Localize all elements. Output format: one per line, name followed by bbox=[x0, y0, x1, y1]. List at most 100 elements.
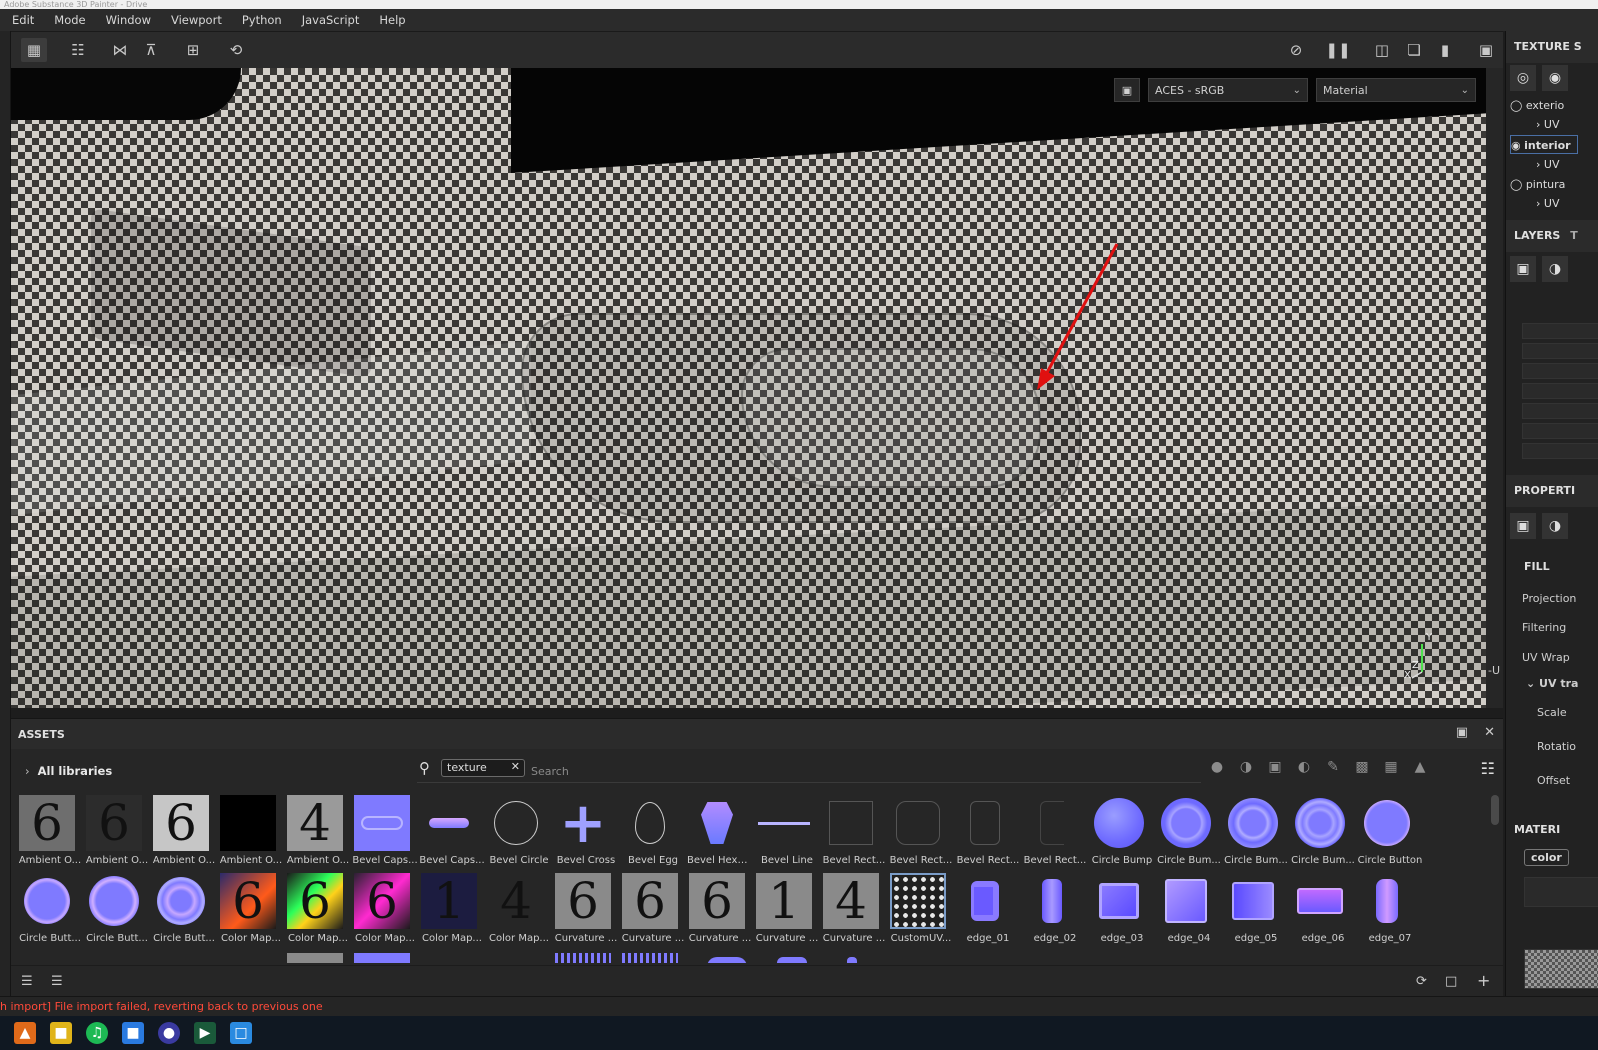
eye-icon[interactable]: ◉ bbox=[1542, 65, 1568, 91]
asset-tile[interactable]: edge_07 bbox=[1357, 873, 1417, 945]
asset-tile-selected[interactable]: CustomUV... bbox=[888, 873, 951, 945]
music-app-icon[interactable]: ♫ bbox=[86, 1022, 108, 1044]
close-icon[interactable]: ✕ bbox=[511, 760, 520, 773]
asset-tile[interactable]: 1 Curvature ... bbox=[754, 873, 818, 945]
filter-icon[interactable]: ◐ bbox=[1294, 759, 1314, 775]
asset-scrollbar[interactable] bbox=[1491, 795, 1499, 825]
new-window-icon[interactable]: □ bbox=[1445, 974, 1457, 989]
grid-view-icon[interactable]: ☷ bbox=[1481, 759, 1495, 778]
close-icon[interactable]: ✕ bbox=[1484, 725, 1495, 740]
list-view-icon[interactable]: ☰ bbox=[21, 974, 33, 989]
asset-tile[interactable]: Circle Butt... bbox=[84, 873, 148, 945]
window-icon[interactable]: □ bbox=[230, 1022, 252, 1044]
asset-tile[interactable]: Circle Butt... bbox=[17, 873, 81, 945]
asset-tile[interactable]: Circle Bump bbox=[1089, 795, 1152, 867]
layer-slot[interactable] bbox=[1522, 343, 1598, 359]
asset-tile[interactable]: Bevel Rect... bbox=[955, 795, 1019, 867]
menu-javascript[interactable]: JavaScript bbox=[292, 9, 370, 31]
grid-tiling-icon[interactable]: ☷ bbox=[65, 38, 91, 62]
uv-item[interactable]: › UV bbox=[1536, 115, 1559, 134]
asset-tile[interactable]: 6 Ambient O... bbox=[84, 795, 148, 867]
refresh-icon[interactable]: ⟳ bbox=[1416, 974, 1427, 989]
add-icon[interactable]: + bbox=[1477, 971, 1490, 990]
asset-tile[interactable]: Circle Button bbox=[1357, 795, 1422, 867]
asset-tile[interactable]: Bevel Caps... bbox=[419, 795, 485, 867]
asset-tile[interactable]: 6 Curvature ... bbox=[620, 873, 684, 945]
asset-thumbnail-partial[interactable] bbox=[555, 953, 611, 963]
asset-tile[interactable]: + Bevel Cross bbox=[553, 795, 615, 867]
maximize-icon[interactable]: ▣ bbox=[1456, 725, 1468, 740]
asset-tile[interactable]: edge_03 bbox=[1089, 873, 1149, 945]
cube-icon[interactable]: ❏ bbox=[1401, 38, 1427, 62]
uv-item[interactable]: › UV bbox=[1536, 155, 1559, 174]
menu-viewport[interactable]: Viewport bbox=[161, 9, 232, 31]
asset-thumbnail-partial[interactable] bbox=[777, 957, 807, 963]
library-selector[interactable]: › All libraries bbox=[25, 764, 112, 778]
asset-tile[interactable]: Bevel Rect... bbox=[821, 795, 885, 867]
mask-filter-icon[interactable]: ▣ bbox=[1265, 759, 1285, 775]
mask-icon[interactable]: ◑ bbox=[1542, 256, 1568, 282]
texture-filter-icon[interactable]: ▩ bbox=[1352, 759, 1372, 775]
eye-icon[interactable]: ◎ bbox=[1510, 65, 1536, 91]
asset-tile[interactable]: 6 Ambient O... bbox=[17, 795, 81, 867]
terminal-icon[interactable]: ▶ bbox=[194, 1022, 216, 1044]
asset-tile[interactable]: 6 Color Map... bbox=[285, 873, 348, 945]
asset-thumbnail-partial[interactable] bbox=[622, 953, 678, 963]
asset-tile[interactable]: Bevel Rect... bbox=[888, 795, 952, 867]
tab-texture[interactable]: T bbox=[1570, 229, 1578, 242]
asset-tile[interactable]: Bevel Egg bbox=[620, 795, 680, 867]
material-filter-icon[interactable]: ● bbox=[1207, 759, 1227, 775]
store-icon[interactable]: ■ bbox=[122, 1022, 144, 1044]
colorspace-dropdown[interactable]: ACES - sRGB ⌄ bbox=[1148, 78, 1308, 102]
asset-tile[interactable]: edge_05 bbox=[1223, 873, 1283, 945]
asset-tile[interactable]: 6 Curvature ... bbox=[553, 873, 617, 945]
channel-dropdown[interactable]: Material ⌄ bbox=[1316, 78, 1476, 102]
symmetry-x-icon[interactable]: ⋈ bbox=[107, 38, 133, 62]
pause-icon[interactable]: ❚❚ bbox=[1325, 38, 1351, 62]
asset-tile[interactable]: Circle Bum... bbox=[1290, 795, 1355, 867]
layer-slot[interactable] bbox=[1522, 423, 1598, 439]
display-settings-icon[interactable]: ▣ bbox=[1114, 78, 1140, 102]
uv-item[interactable]: › UV bbox=[1536, 194, 1559, 213]
asset-tile[interactable]: Bevel Circle bbox=[486, 795, 549, 867]
search-input[interactable] bbox=[531, 763, 1131, 779]
layer-slot[interactable] bbox=[1522, 443, 1598, 459]
hide-icon[interactable]: ⊘ bbox=[1283, 38, 1309, 62]
asset-tile[interactable]: Circle Bum... bbox=[1156, 795, 1221, 867]
asset-tile[interactable]: edge_01 bbox=[955, 873, 1015, 945]
menu-window[interactable]: Window bbox=[96, 9, 161, 31]
menu-edit[interactable]: Edit bbox=[0, 9, 44, 31]
brush-filter-icon[interactable]: ✎ bbox=[1323, 759, 1343, 775]
camera-video-icon[interactable]: ▮ bbox=[1432, 38, 1458, 62]
texture-set-item[interactable]: ◯ pintura bbox=[1510, 175, 1565, 194]
layer-slot[interactable] bbox=[1522, 403, 1598, 419]
add-layer-icon[interactable]: ▣ bbox=[1510, 256, 1536, 282]
material-slot[interactable] bbox=[1524, 877, 1598, 907]
asset-thumbnail-partial[interactable] bbox=[707, 957, 747, 963]
asset-tile[interactable]: Bevel Caps... bbox=[352, 795, 418, 867]
asset-tile[interactable]: 6 Color Map... bbox=[352, 873, 415, 945]
asset-tile[interactable]: Circle Butt... bbox=[151, 873, 215, 945]
asset-tile[interactable]: Bevel Line bbox=[754, 795, 814, 867]
texture-set-item-selected[interactable]: ◉ interior bbox=[1510, 135, 1578, 154]
chat-app-icon[interactable]: ● bbox=[158, 1022, 180, 1044]
uv-transform-section[interactable]: ⌄ UV tra bbox=[1526, 677, 1578, 690]
asset-tile[interactable]: Bevel Hexa... bbox=[687, 795, 753, 867]
asset-tile[interactable]: 4 Curvature ... bbox=[821, 873, 885, 945]
split-view-icon[interactable]: ◫ bbox=[1369, 38, 1395, 62]
asset-tile[interactable]: edge_02 bbox=[1022, 873, 1082, 945]
asset-tile[interactable]: 6 Curvature ... bbox=[687, 873, 751, 945]
color-channel-chip[interactable]: color bbox=[1524, 849, 1569, 866]
screenshot-camera-icon[interactable]: ▣ bbox=[1473, 38, 1499, 62]
layer-slot[interactable] bbox=[1522, 323, 1598, 339]
selection-mode-icon[interactable]: ▦ bbox=[21, 38, 47, 62]
texture-set-item[interactable]: ◯ exterio bbox=[1510, 96, 1564, 115]
search-tag[interactable]: texture ✕ bbox=[441, 759, 525, 777]
asset-thumbnail-partial[interactable] bbox=[287, 953, 343, 963]
menu-help[interactable]: Help bbox=[369, 9, 415, 31]
asset-thumbnail-partial[interactable] bbox=[354, 953, 410, 963]
menu-mode[interactable]: Mode bbox=[44, 9, 95, 31]
asset-tile[interactable]: 6 Color Map... bbox=[218, 873, 281, 945]
asset-tile[interactable]: Circle Bum... bbox=[1223, 795, 1288, 867]
material-ball-icon[interactable]: ◑ bbox=[1542, 513, 1568, 539]
